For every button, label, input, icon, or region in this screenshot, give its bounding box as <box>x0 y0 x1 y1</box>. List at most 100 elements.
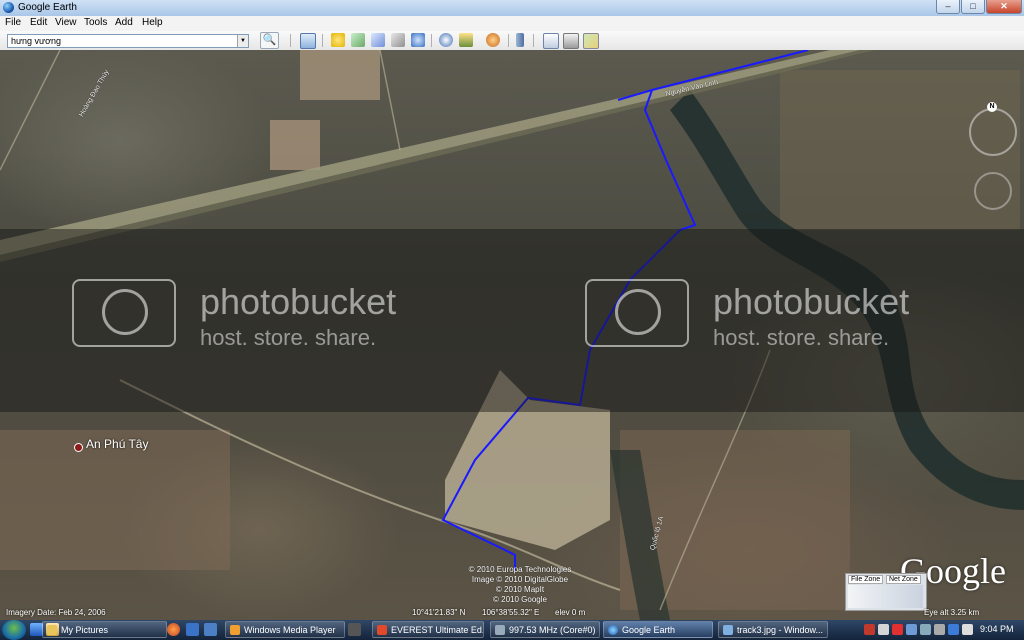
record-tour-icon[interactable] <box>411 33 425 47</box>
cpu-icon <box>495 625 505 635</box>
north-icon[interactable]: N <box>987 102 997 112</box>
ruler-icon[interactable] <box>516 33 524 47</box>
monitor-tray-icon[interactable] <box>920 624 931 635</box>
usb-tray-icon[interactable] <box>934 624 945 635</box>
search-button[interactable]: 🔍 <box>260 32 279 49</box>
local-road <box>379 50 401 151</box>
path-icon[interactable] <box>371 33 385 47</box>
search-combobox[interactable]: ▼ <box>7 34 249 48</box>
watermark-brand: photobucket <box>200 281 397 322</box>
start-button[interactable] <box>2 620 26 640</box>
taskbar-item[interactable]: My Pictures <box>42 621 167 638</box>
skype-icon[interactable] <box>186 623 199 636</box>
toolbar-separator <box>533 34 534 47</box>
longitude-readout: 106°38'55.32" E <box>482 608 540 617</box>
place-label[interactable]: An Phú Tây <box>86 437 148 451</box>
media-player-icon <box>230 625 240 635</box>
toolbar-separator <box>508 34 509 47</box>
taskbar-item-active[interactable]: Google Earth <box>603 621 713 638</box>
credit-line: © 2010 Google <box>493 595 547 604</box>
antivirus-tray-icon[interactable] <box>878 624 889 635</box>
polygon-icon[interactable] <box>351 33 365 47</box>
search-input[interactable] <box>11 35 236 47</box>
window-title: Google Earth <box>18 2 77 13</box>
taskbar-item-label: Google Earth <box>622 625 676 635</box>
navigation-controls[interactable]: N <box>968 102 1018 210</box>
look-joystick[interactable] <box>974 172 1012 210</box>
hide-sidebar-icon[interactable] <box>300 33 316 49</box>
historical-imagery-icon[interactable] <box>439 33 453 47</box>
volume-icon[interactable] <box>962 624 973 635</box>
app-icon[interactable] <box>348 623 361 636</box>
compass-ring[interactable] <box>969 108 1017 156</box>
close-button[interactable]: ✕ <box>986 0 1022 14</box>
minimize-button[interactable]: – <box>936 0 960 14</box>
toolbar: ▼ 🔍 <box>0 31 1024 51</box>
print-icon[interactable] <box>563 33 579 49</box>
taskbar-item-label: EVEREST Ultimate Ed... <box>391 625 484 635</box>
sunlight-icon[interactable] <box>459 33 473 47</box>
menu-bar: File Edit View Tools Add Help <box>0 16 1024 31</box>
legend-tab-net-zone[interactable]: Net Zone <box>886 575 921 584</box>
credit-line: Image © 2010 DigitalGlobe <box>471 575 569 584</box>
chevron-down-icon[interactable]: ▼ <box>237 35 248 47</box>
firefox-icon[interactable] <box>167 623 180 636</box>
taskbar-item[interactable]: EVEREST Ultimate Ed... <box>372 621 484 638</box>
menu-help[interactable]: Help <box>142 17 163 28</box>
network-status-icon[interactable] <box>948 624 959 635</box>
network-tray-icon[interactable] <box>906 624 917 635</box>
photo-viewer-icon <box>723 625 733 635</box>
field-patch <box>270 120 320 170</box>
field-patch <box>0 430 230 570</box>
menu-file[interactable]: File <box>5 17 21 28</box>
window-controls: – □ ✕ <box>936 0 1022 14</box>
google-earth-icon <box>608 625 618 635</box>
watermark-brand: photobucket <box>713 281 910 322</box>
legend-tab-file-zone[interactable]: File Zone <box>848 575 884 584</box>
toolbar-separator <box>431 34 432 47</box>
title-bar: Google Earth – □ ✕ <box>0 0 1024 17</box>
menu-tools[interactable]: Tools <box>84 17 107 28</box>
menu-add[interactable]: Add <box>115 17 133 28</box>
imagery-date: Imagery Date: Feb 24, 2006 <box>6 608 106 617</box>
placemark-icon[interactable] <box>331 33 345 47</box>
everest-icon <box>377 625 387 635</box>
credit-line: © 2010 MapIt <box>495 585 545 594</box>
menu-view[interactable]: View <box>55 17 77 28</box>
camera-icon <box>72 279 176 347</box>
elevation-readout: elev 0 m <box>555 608 586 617</box>
watermark-tagline: host. store. share. <box>713 325 890 350</box>
credit-line: © 2010 Europa Technologies <box>468 565 572 574</box>
latitude-readout: 10°41'21.83" N <box>412 608 466 617</box>
eye-altitude-readout: Eye alt 3.25 km <box>924 608 980 617</box>
planet-icon[interactable] <box>486 33 500 47</box>
image-overlay-icon[interactable] <box>391 33 405 47</box>
field-patch <box>300 50 380 100</box>
flag-tray-icon[interactable] <box>892 624 903 635</box>
taskbar-item[interactable]: 997.53 MHz (Core#0) <box>490 621 600 638</box>
google-earth-icon <box>3 2 14 13</box>
watermark-tagline: host. store. share. <box>200 325 377 350</box>
imagery-credits: © 2010 Europa Technologies Image © 2010 … <box>440 565 600 605</box>
taskbar-item-label: My Pictures <box>61 625 109 635</box>
taskbar-item-label: Windows Media Player <box>244 625 336 635</box>
taskbar-item-label: 997.53 MHz (Core#0) <box>509 625 596 635</box>
system-tray: 9:04 PM <box>864 620 1024 640</box>
maximize-button[interactable]: □ <box>961 0 985 14</box>
status-bar: Imagery Date: Feb 24, 2006 10°41'21.83" … <box>0 605 1024 620</box>
taskbar-item[interactable]: track3.jpg - Window... <box>718 621 828 638</box>
toolbar-separator <box>290 34 291 47</box>
view-in-maps-icon[interactable] <box>583 33 599 49</box>
taskbar-item[interactable]: Windows Media Player <box>225 621 345 638</box>
menu-edit[interactable]: Edit <box>30 17 47 28</box>
local-road <box>0 50 61 171</box>
camera-icon <box>585 279 689 347</box>
earth-map-view[interactable]: photobucket host. store. share. photobuc… <box>0 50 1024 620</box>
media-icon[interactable] <box>204 623 217 636</box>
alert-tray-icon[interactable] <box>864 624 875 635</box>
folder-icon <box>47 625 57 635</box>
email-icon[interactable] <box>543 33 559 49</box>
place-marker[interactable] <box>74 443 83 452</box>
clock[interactable]: 9:04 PM <box>980 624 1014 634</box>
search-icon: 🔍 <box>262 34 277 46</box>
